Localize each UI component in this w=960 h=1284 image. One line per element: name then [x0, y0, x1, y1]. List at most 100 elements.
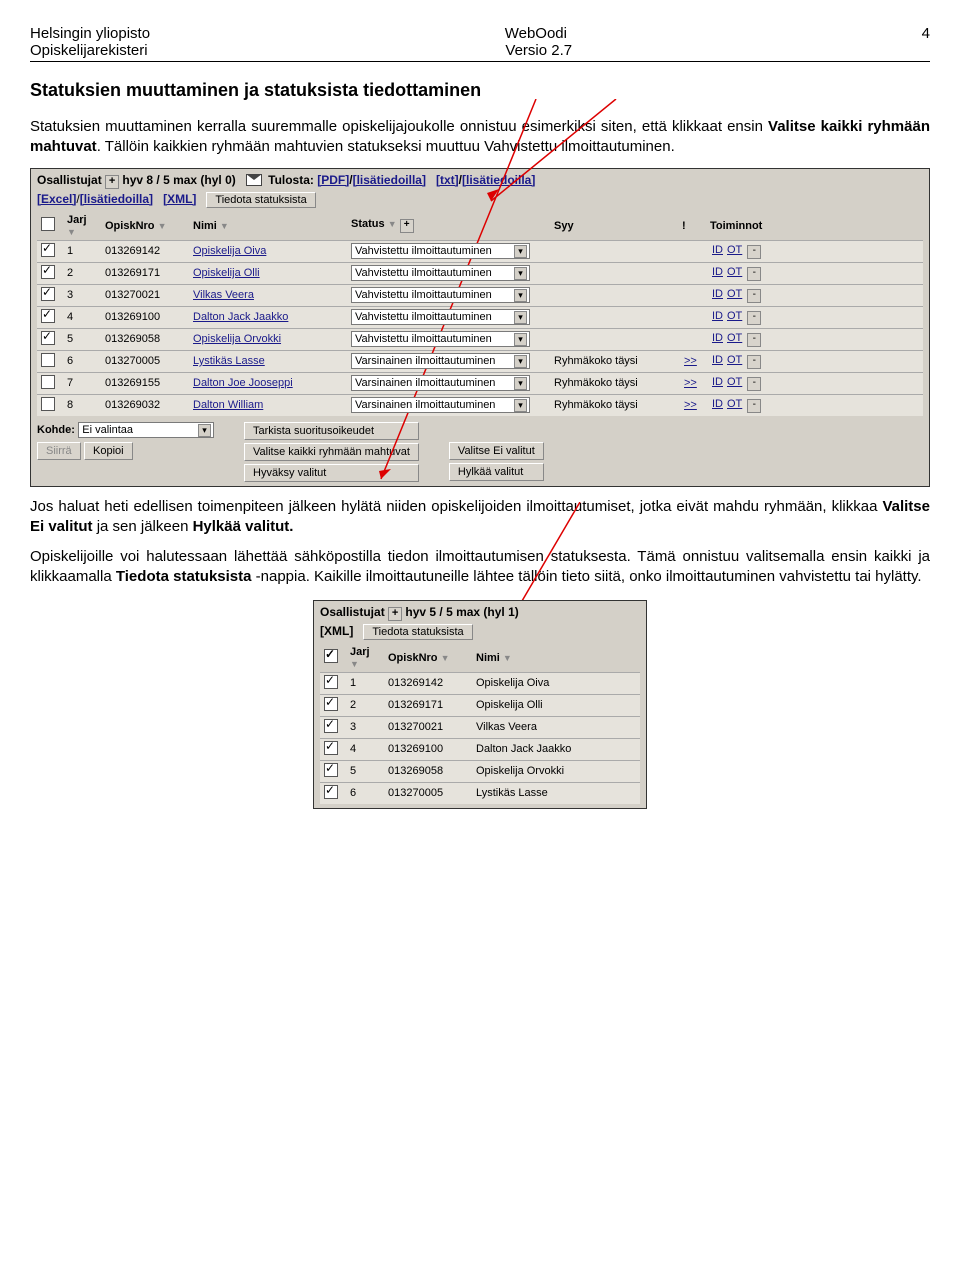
row-checkbox[interactable] — [41, 243, 55, 257]
status-select[interactable]: Vahvistettu ilmoittautuminen — [351, 309, 530, 325]
txt-lisat-link[interactable]: [lisätiedoilla] — [462, 173, 535, 187]
txt-link[interactable]: [txt] — [436, 173, 459, 187]
pdf-lisat-link[interactable]: [lisätiedoilla] — [353, 173, 426, 187]
excel-lisat-link[interactable]: [lisätiedoilla] — [80, 192, 153, 206]
col-nimi[interactable]: Nimi — [476, 652, 500, 664]
row-checkbox[interactable] — [324, 719, 338, 733]
minus-icon[interactable]: - — [747, 377, 761, 391]
row-checkbox[interactable] — [41, 331, 55, 345]
ot-link[interactable]: OT — [727, 244, 742, 256]
id-link[interactable]: ID — [712, 398, 723, 410]
minus-icon[interactable]: - — [747, 355, 761, 369]
tiedota-statuksista-button-2[interactable]: Tiedota statuksista — [363, 624, 472, 640]
minus-icon[interactable]: - — [747, 333, 761, 347]
id-link[interactable]: ID — [712, 376, 723, 388]
student-link[interactable]: Vilkas Veera — [193, 289, 254, 301]
col-jarj[interactable]: Jarj — [67, 214, 87, 226]
row-checkbox[interactable] — [41, 309, 55, 323]
row-checkbox[interactable] — [324, 675, 338, 689]
ot-link[interactable]: OT — [727, 266, 742, 278]
status-select[interactable]: Varsinainen ilmoittautuminen — [351, 353, 530, 369]
ot-link[interactable]: OT — [727, 332, 742, 344]
tiedota-statuksista-button[interactable]: Tiedota statuksista — [206, 192, 315, 208]
xml-link-2[interactable]: [XML] — [320, 624, 353, 638]
student-link[interactable]: Opiskelija Orvokki — [476, 765, 564, 777]
warn-link[interactable]: >> — [684, 399, 697, 411]
pdf-link[interactable]: [PDF] — [317, 173, 349, 187]
row-checkbox[interactable] — [324, 697, 338, 711]
ot-link[interactable]: OT — [727, 310, 742, 322]
ot-link[interactable]: OT — [727, 376, 742, 388]
status-select[interactable]: Varsinainen ilmoittautuminen — [351, 375, 530, 391]
warn-link[interactable]: >> — [684, 377, 697, 389]
sort-icon: ▼ — [388, 219, 397, 229]
siirra-button[interactable]: Siirrä — [37, 442, 81, 460]
student-link[interactable]: Opiskelija Olli — [476, 699, 543, 711]
student-link[interactable]: Dalton William — [193, 399, 263, 411]
minus-icon[interactable]: - — [747, 245, 761, 259]
kopioi-button[interactable]: Kopioi — [84, 442, 133, 460]
hylkaa-valitut-button[interactable]: Hylkää valitut — [449, 463, 544, 481]
status-select[interactable]: Varsinainen ilmoittautuminen — [351, 397, 530, 413]
status-select[interactable]: Vahvistettu ilmoittautuminen — [351, 287, 530, 303]
student-link[interactable]: Dalton Jack Jaakko — [476, 743, 571, 755]
row-checkbox[interactable] — [324, 741, 338, 755]
xml-link[interactable]: [XML] — [163, 192, 196, 206]
row-checkbox[interactable] — [41, 353, 55, 367]
id-link[interactable]: ID — [712, 354, 723, 366]
minus-icon[interactable]: - — [747, 289, 761, 303]
status-expand-icon[interactable]: + — [400, 219, 414, 233]
minus-icon[interactable]: - — [747, 311, 761, 325]
ot-link[interactable]: OT — [727, 398, 742, 410]
id-link[interactable]: ID — [712, 288, 723, 300]
student-link[interactable]: Opiskelija Olli — [193, 267, 260, 279]
student-link[interactable]: Vilkas Veera — [476, 721, 537, 733]
student-link[interactable]: Dalton Joe Jooseppi — [193, 377, 293, 389]
id-link[interactable]: ID — [712, 244, 723, 256]
status-select[interactable]: Vahvistettu ilmoittautuminen — [351, 265, 530, 281]
osallistujat-table-2: Jarj ▼ OpiskNro ▼ Nimi ▼ 1013269142Opisk… — [320, 644, 640, 804]
student-link[interactable]: Opiskelija Orvokki — [193, 333, 281, 345]
cell-opisknro: 013269155 — [101, 372, 189, 394]
student-link[interactable]: Dalton Jack Jaakko — [193, 311, 288, 323]
valitse-ei-valitut-button[interactable]: Valitse Ei valitut — [449, 442, 544, 460]
cell-opisknro: 013270021 — [101, 284, 189, 306]
id-link[interactable]: ID — [712, 332, 723, 344]
status-select[interactable]: Vahvistettu ilmoittautuminen — [351, 331, 530, 347]
col-opisknro[interactable]: OpiskNro — [388, 652, 438, 664]
student-link[interactable]: Opiskelija Oiva — [193, 245, 266, 257]
select-all-checkbox[interactable] — [41, 217, 55, 231]
cell-syy — [550, 284, 678, 306]
kohde-select[interactable]: Ei valintaa — [78, 422, 214, 438]
status-select[interactable]: Vahvistettu ilmoittautuminen — [351, 243, 530, 259]
expand-icon[interactable]: + — [105, 175, 119, 189]
cell-syy — [550, 240, 678, 262]
ot-link[interactable]: OT — [727, 354, 742, 366]
student-link[interactable]: Lystikäs Lasse — [476, 787, 548, 799]
row-checkbox[interactable] — [41, 265, 55, 279]
row-checkbox[interactable] — [41, 375, 55, 389]
id-link[interactable]: ID — [712, 310, 723, 322]
col-nimi[interactable]: Nimi — [193, 220, 217, 232]
warn-link[interactable]: >> — [684, 355, 697, 367]
minus-icon[interactable]: - — [747, 267, 761, 281]
ot-link[interactable]: OT — [727, 288, 742, 300]
row-checkbox[interactable] — [41, 397, 55, 411]
hyvaksy-valitut-button[interactable]: Hyväksy valitut — [244, 464, 419, 482]
row-checkbox[interactable] — [41, 287, 55, 301]
row-checkbox[interactable] — [324, 785, 338, 799]
row-checkbox[interactable] — [324, 763, 338, 777]
col-opisknro[interactable]: OpiskNro — [105, 220, 155, 232]
col-jarj[interactable]: Jarj — [350, 646, 370, 658]
tarkista-suoritusoikeudet-button[interactable]: Tarkista suoritusoikeudet — [244, 422, 419, 440]
excel-link[interactable]: [Excel] — [37, 192, 76, 206]
valitse-kaikki-ryhmaan-button[interactable]: Valitse kaikki ryhmään mahtuvat — [244, 443, 419, 461]
sort-icon: ▼ — [158, 221, 167, 231]
student-link[interactable]: Opiskelija Oiva — [476, 677, 549, 689]
id-link[interactable]: ID — [712, 266, 723, 278]
col-status[interactable]: Status — [351, 218, 385, 230]
expand-icon[interactable]: + — [388, 607, 402, 621]
student-link[interactable]: Lystikäs Lasse — [193, 355, 265, 367]
minus-icon[interactable]: - — [747, 399, 761, 413]
select-all-checkbox-2[interactable] — [324, 649, 338, 663]
